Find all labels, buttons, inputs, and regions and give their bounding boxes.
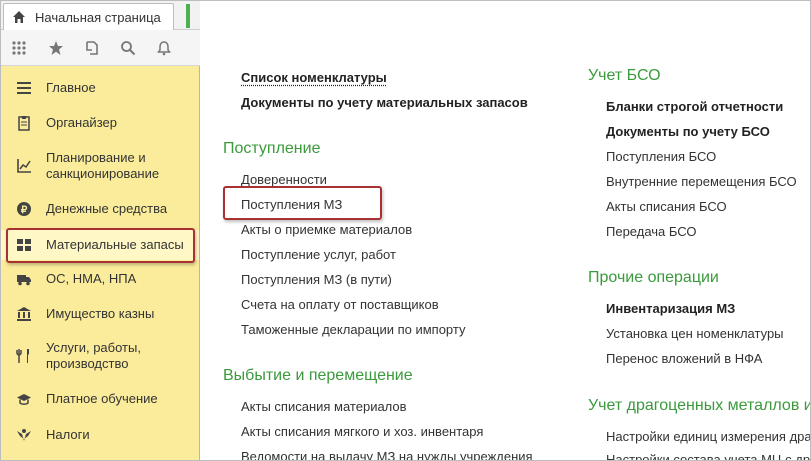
toolbar: [0, 30, 200, 66]
sidebar-item-label: Услуги, работы, производство: [46, 340, 141, 372]
truck-icon: [16, 271, 32, 287]
link-bso-receipts[interactable]: Поступления БСО: [606, 149, 716, 164]
section-title-disposal: Выбытие и перемещение: [223, 367, 413, 385]
sidebar-item-label: Органайзер: [46, 115, 117, 131]
sidebar-item-label: Материальные запасы: [46, 237, 184, 253]
apps-grid-icon[interactable]: [0, 30, 38, 66]
sidebar-item-label: Денежные средства: [46, 201, 167, 217]
history-icon[interactable]: [74, 30, 110, 66]
section-title-bso: Учет БСО: [588, 67, 661, 85]
tab-bar: Начальная страница: [0, 0, 200, 30]
link-issue-statements[interactable]: Ведомости на выдачу МЗ на нужды учрежден…: [241, 449, 533, 461]
sidebar-item-main[interactable]: Главное: [0, 78, 200, 98]
home-tab-label: Начальная страница: [35, 10, 161, 25]
tab-accent: [186, 4, 190, 28]
home-tab[interactable]: Начальная страница: [3, 3, 174, 30]
link-inventory-mz[interactable]: Инвентаризация МЗ: [606, 301, 735, 316]
link-acceptance-acts[interactable]: Акты о приемке материалов: [241, 222, 412, 237]
section-title-receipt: Поступление: [223, 140, 320, 158]
link-supplier-invoices[interactable]: Счета на оплату от поставщиков: [241, 297, 439, 312]
link-powers-of-attorney[interactable]: Доверенности: [241, 172, 327, 187]
star-icon[interactable]: [38, 30, 74, 66]
section-title-precious-metals: Учет драгоценных металлов и: [588, 397, 811, 415]
link-services-receipt[interactable]: Поступление услуг, работ: [241, 247, 396, 262]
coin-icon: ₽: [16, 201, 32, 217]
link-receipts-in-transit[interactable]: Поступления МЗ (в пути): [241, 272, 392, 287]
svg-text:₽: ₽: [21, 205, 28, 216]
sidebar-item-paid-education[interactable]: Платное обучение: [0, 389, 200, 409]
eagle-icon: [16, 427, 32, 443]
link-bso-docs[interactable]: Документы по учету БСО: [606, 124, 770, 139]
tools-icon: [16, 348, 32, 364]
link-bso-transfers[interactable]: Внутренние перемещения БСО: [606, 174, 797, 189]
sidebar-item-organizer[interactable]: Органайзер: [0, 113, 200, 133]
section-title-other-ops: Прочие операции: [588, 269, 719, 287]
boxes-icon: [16, 237, 32, 253]
link-receipts-mz[interactable]: Поступления МЗ: [241, 197, 342, 212]
sidebar: Начальная страница Главное Органайзер Пл…: [0, 0, 200, 461]
sidebar-item-money[interactable]: ₽ Денежные средства: [0, 199, 200, 219]
sidebar-item-label: Планирование и санкционирование: [46, 150, 159, 182]
sidebar-item-taxes[interactable]: Налоги: [0, 425, 200, 445]
menu-lines-icon: [16, 80, 32, 96]
sidebar-item-services[interactable]: Услуги, работы, производство: [0, 338, 200, 374]
link-writeoff-inventory[interactable]: Акты списания мягкого и хоз. инвентаря: [241, 424, 483, 439]
link-bso-handover[interactable]: Передача БСО: [606, 224, 697, 239]
sidebar-item-label: Платное обучение: [46, 391, 158, 407]
sidebar-item-material-stocks[interactable]: Материальные запасы: [0, 230, 199, 260]
link-customs-declarations[interactable]: Таможенные декларации по импорту: [241, 322, 465, 337]
sidebar-item-label: Имущество казны: [46, 306, 154, 322]
graduation-icon: [16, 391, 32, 407]
bell-icon[interactable]: [146, 30, 182, 66]
sidebar-item-fixed-assets[interactable]: ОС, НМА, НПА: [0, 269, 200, 289]
link-transfer-nfa[interactable]: Перенос вложений в НФА: [606, 351, 762, 366]
link-set-prices[interactable]: Установка цен номенклатуры: [606, 326, 784, 341]
clipboard-icon: [16, 115, 32, 131]
link-material-docs[interactable]: Документы по учету материальных запасов: [241, 95, 528, 110]
link-writeoff-materials[interactable]: Акты списания материалов: [241, 399, 407, 414]
link-precious-units[interactable]: Настройки единиц измерения драго: [606, 429, 811, 444]
link-strict-forms[interactable]: Бланки строгой отчетности: [606, 99, 783, 114]
sidebar-item-label: Главное: [46, 80, 96, 96]
search-icon[interactable]: [110, 30, 146, 66]
link-precious-composition[interactable]: Настройки состава учета МЦ с драгоц: [606, 452, 811, 461]
sidebar-item-treasury-property[interactable]: Имущество казны: [0, 304, 200, 324]
link-nomenclature-list[interactable]: Список номенклатуры: [241, 70, 387, 85]
sidebar-item-label: ОС, НМА, НПА: [46, 271, 136, 287]
sidebar-item-label: Налоги: [46, 427, 90, 443]
chart-icon: [16, 158, 32, 174]
building-icon: [16, 306, 32, 322]
home-icon: [12, 10, 26, 24]
sidebar-item-planning[interactable]: Планирование и санкционирование: [0, 148, 200, 184]
link-bso-writeoff[interactable]: Акты списания БСО: [606, 199, 727, 214]
